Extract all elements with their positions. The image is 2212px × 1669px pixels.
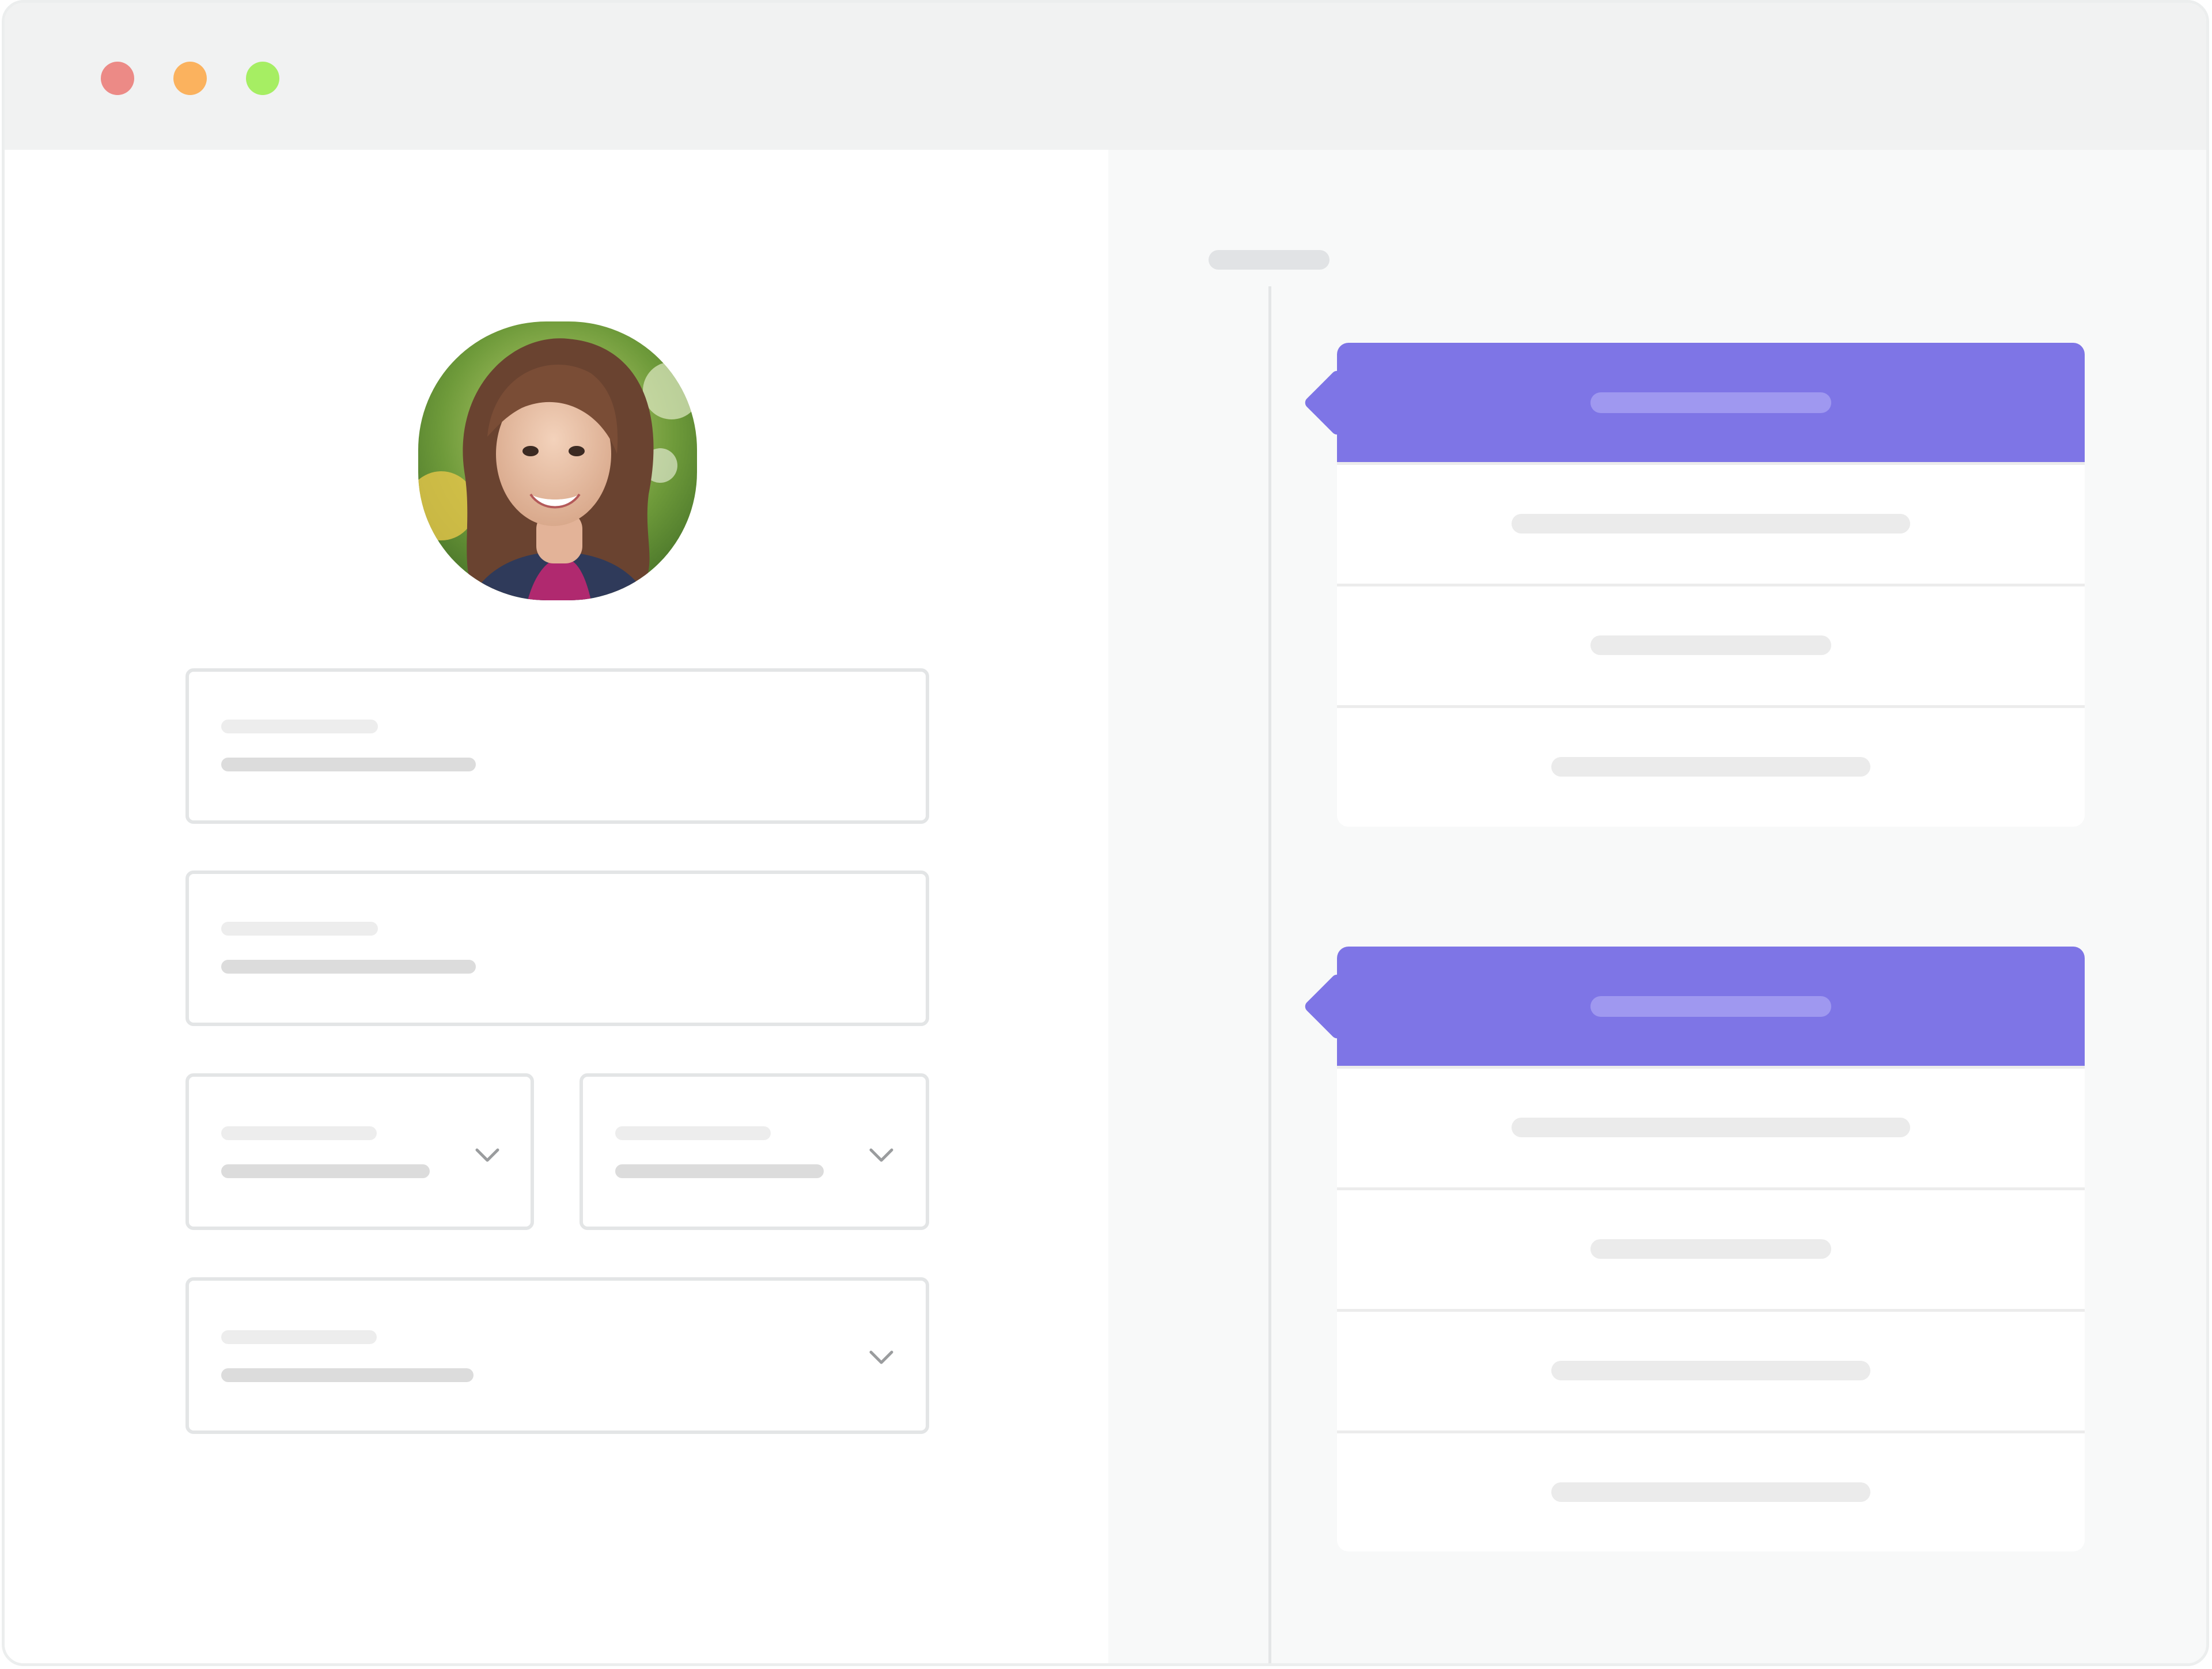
card-row[interactable] bbox=[1337, 1430, 2085, 1552]
field-label bbox=[221, 1330, 377, 1344]
window-titlebar bbox=[5, 3, 2206, 150]
field-value bbox=[221, 1368, 474, 1382]
card-header-title bbox=[1590, 996, 1831, 1017]
timeline-card-2[interactable] bbox=[1302, 947, 2085, 1552]
card-row-text bbox=[1512, 514, 1910, 533]
card-header-title bbox=[1590, 392, 1831, 413]
field-value bbox=[615, 1164, 824, 1178]
maximize-window-button[interactable] bbox=[246, 62, 279, 95]
minimize-window-button[interactable] bbox=[173, 62, 207, 95]
field-label bbox=[615, 1126, 771, 1140]
profile-avatar[interactable] bbox=[418, 321, 697, 600]
field-value bbox=[221, 758, 476, 771]
chevron-down-icon[interactable] bbox=[869, 1148, 894, 1163]
card-row[interactable] bbox=[1337, 705, 2085, 827]
card-row[interactable] bbox=[1337, 1309, 2085, 1430]
card-row-text bbox=[1590, 1239, 1831, 1259]
text-field-2[interactable] bbox=[185, 871, 929, 1026]
select-field-2[interactable] bbox=[579, 1073, 929, 1230]
card-header bbox=[1337, 947, 2085, 1066]
card-row[interactable] bbox=[1337, 1066, 2085, 1187]
card-row-text bbox=[1590, 635, 1831, 655]
card-row[interactable] bbox=[1337, 462, 2085, 584]
browser-window bbox=[2, 0, 2209, 1666]
field-value bbox=[221, 960, 476, 974]
chevron-down-icon[interactable] bbox=[869, 1350, 894, 1365]
field-label bbox=[221, 720, 378, 733]
text-field-1[interactable] bbox=[185, 668, 929, 824]
field-label bbox=[221, 922, 378, 936]
timeline-card-1[interactable] bbox=[1302, 343, 2085, 827]
timeline-line bbox=[1268, 286, 1271, 1663]
card-row-text bbox=[1551, 1482, 1870, 1502]
field-label bbox=[221, 1126, 377, 1140]
card-header bbox=[1337, 343, 2085, 462]
select-field-1[interactable] bbox=[185, 1073, 534, 1230]
field-value bbox=[221, 1164, 430, 1178]
close-window-button[interactable] bbox=[101, 62, 134, 95]
card-row[interactable] bbox=[1337, 584, 2085, 705]
chevron-down-icon[interactable] bbox=[475, 1148, 500, 1163]
select-field-3[interactable] bbox=[185, 1277, 929, 1434]
card-row[interactable] bbox=[1337, 1187, 2085, 1309]
card-row-text bbox=[1512, 1118, 1910, 1137]
timeline-label bbox=[1209, 250, 1330, 270]
card-row-text bbox=[1551, 757, 1870, 777]
card-row-text bbox=[1551, 1361, 1870, 1380]
